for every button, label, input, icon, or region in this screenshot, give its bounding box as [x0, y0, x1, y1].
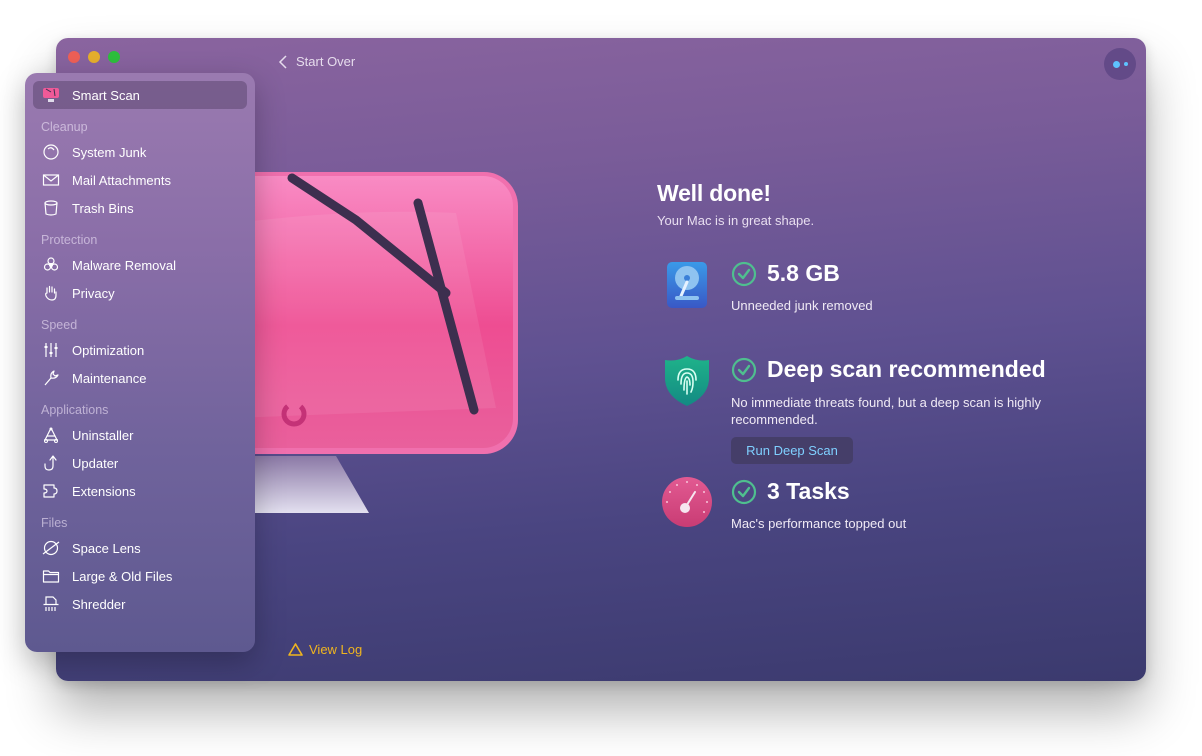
sidebar-item-label: Uninstaller — [72, 427, 134, 443]
section-heading-applications: Applications — [41, 403, 109, 417]
sidebar-item-extensions[interactable]: Extensions — [33, 477, 247, 505]
sidebar-item-privacy[interactable]: Privacy — [33, 279, 247, 307]
assistant-icon — [1112, 60, 1120, 68]
sidebar-item-label: Optimization — [72, 342, 145, 358]
sidebar-item-maintenance[interactable]: Maintenance — [33, 364, 247, 392]
sidebar-item-space-lens[interactable]: Space Lens — [33, 534, 247, 562]
sidebar-item-malware-removal[interactable]: Malware Removal — [33, 251, 247, 279]
shield-fingerprint-icon — [665, 356, 709, 406]
mail-icon — [41, 171, 61, 189]
sidebar-item-optimization[interactable]: Optimization — [33, 336, 247, 364]
result-headline: 3 Tasks — [767, 478, 850, 504]
warning-triangle-icon — [288, 643, 303, 656]
section-heading-files: Files — [41, 516, 68, 530]
speedometer-icon — [662, 477, 712, 527]
run-deep-scan-button[interactable]: Run Deep Scan — [731, 437, 853, 464]
result-headline: Deep scan recommended — [767, 356, 1046, 382]
sidebar-item-label: Space Lens — [72, 540, 141, 556]
sidebar-item-system-junk[interactable]: System Junk — [33, 138, 247, 166]
result-description: Mac's performance topped out — [731, 516, 907, 531]
folder-icon — [41, 567, 61, 585]
sidebar-item-trash-bins[interactable]: Trash Bins — [33, 194, 247, 222]
sidebar-item-large-old-files[interactable]: Large & Old Files — [33, 562, 247, 590]
trash-icon — [41, 199, 61, 217]
result-description: No immediate threats found, but a deep s… — [731, 395, 1042, 427]
sidebar: Smart Scan Cleanup System Junk Mail Atta… — [25, 73, 255, 652]
sidebar-item-label: Maintenance — [72, 370, 147, 386]
system-junk-icon — [41, 143, 61, 161]
section-heading-cleanup: Cleanup — [41, 120, 88, 134]
sliders-icon — [41, 341, 61, 359]
sidebar-item-label: System Junk — [72, 144, 147, 160]
results-subtitle: Your Mac is in great shape. — [657, 213, 815, 228]
check-circle-icon — [731, 261, 757, 287]
sidebar-item-label: Privacy — [72, 285, 115, 301]
sidebar-item-smart-scan[interactable]: Smart Scan — [33, 81, 247, 109]
assistant-icon-dot — [1123, 62, 1128, 66]
updater-icon — [41, 454, 61, 472]
view-log-label: View Log — [309, 642, 363, 657]
sidebar-item-label: Large & Old Files — [72, 568, 173, 584]
hard-drive-icon — [667, 262, 707, 308]
sidebar-item-label: Updater — [72, 455, 119, 471]
sidebar-item-label: Shredder — [72, 596, 126, 612]
results-title: Well done! — [657, 180, 771, 206]
check-circle-icon — [731, 479, 757, 505]
section-heading-speed: Speed — [41, 318, 78, 332]
puzzle-icon — [41, 482, 61, 500]
sidebar-item-label: Trash Bins — [72, 200, 134, 216]
view-log-link[interactable]: View Log — [288, 642, 362, 657]
sidebar-item-label: Smart Scan — [72, 87, 140, 103]
sidebar-item-updater[interactable]: Updater — [33, 449, 247, 477]
uninstaller-icon — [41, 426, 61, 444]
wrench-icon — [41, 369, 61, 387]
planet-icon — [41, 539, 61, 557]
assistant-button[interactable] — [1104, 48, 1136, 80]
shredder-icon — [41, 595, 61, 613]
sidebar-item-label: Mail Attachments — [72, 172, 171, 188]
sidebar-item-label: Extensions — [72, 483, 136, 499]
smart-scan-icon — [41, 86, 61, 104]
sidebar-item-mail-attachments[interactable]: Mail Attachments — [33, 166, 247, 194]
section-heading-protection: Protection — [41, 233, 98, 247]
scan-results: Well done! Your Mac is in great shape. 5… — [657, 180, 1097, 531]
sidebar-item-uninstaller[interactable]: Uninstaller — [33, 421, 247, 449]
sidebar-item-label: Malware Removal — [72, 257, 177, 273]
result-headline: 5.8 GB — [767, 260, 840, 286]
result-description: Unneeded junk removed — [731, 298, 873, 313]
sidebar-item-shredder[interactable]: Shredder — [33, 590, 247, 618]
biohazard-icon — [41, 256, 61, 274]
hand-icon — [41, 284, 61, 302]
check-circle-icon — [731, 357, 757, 383]
